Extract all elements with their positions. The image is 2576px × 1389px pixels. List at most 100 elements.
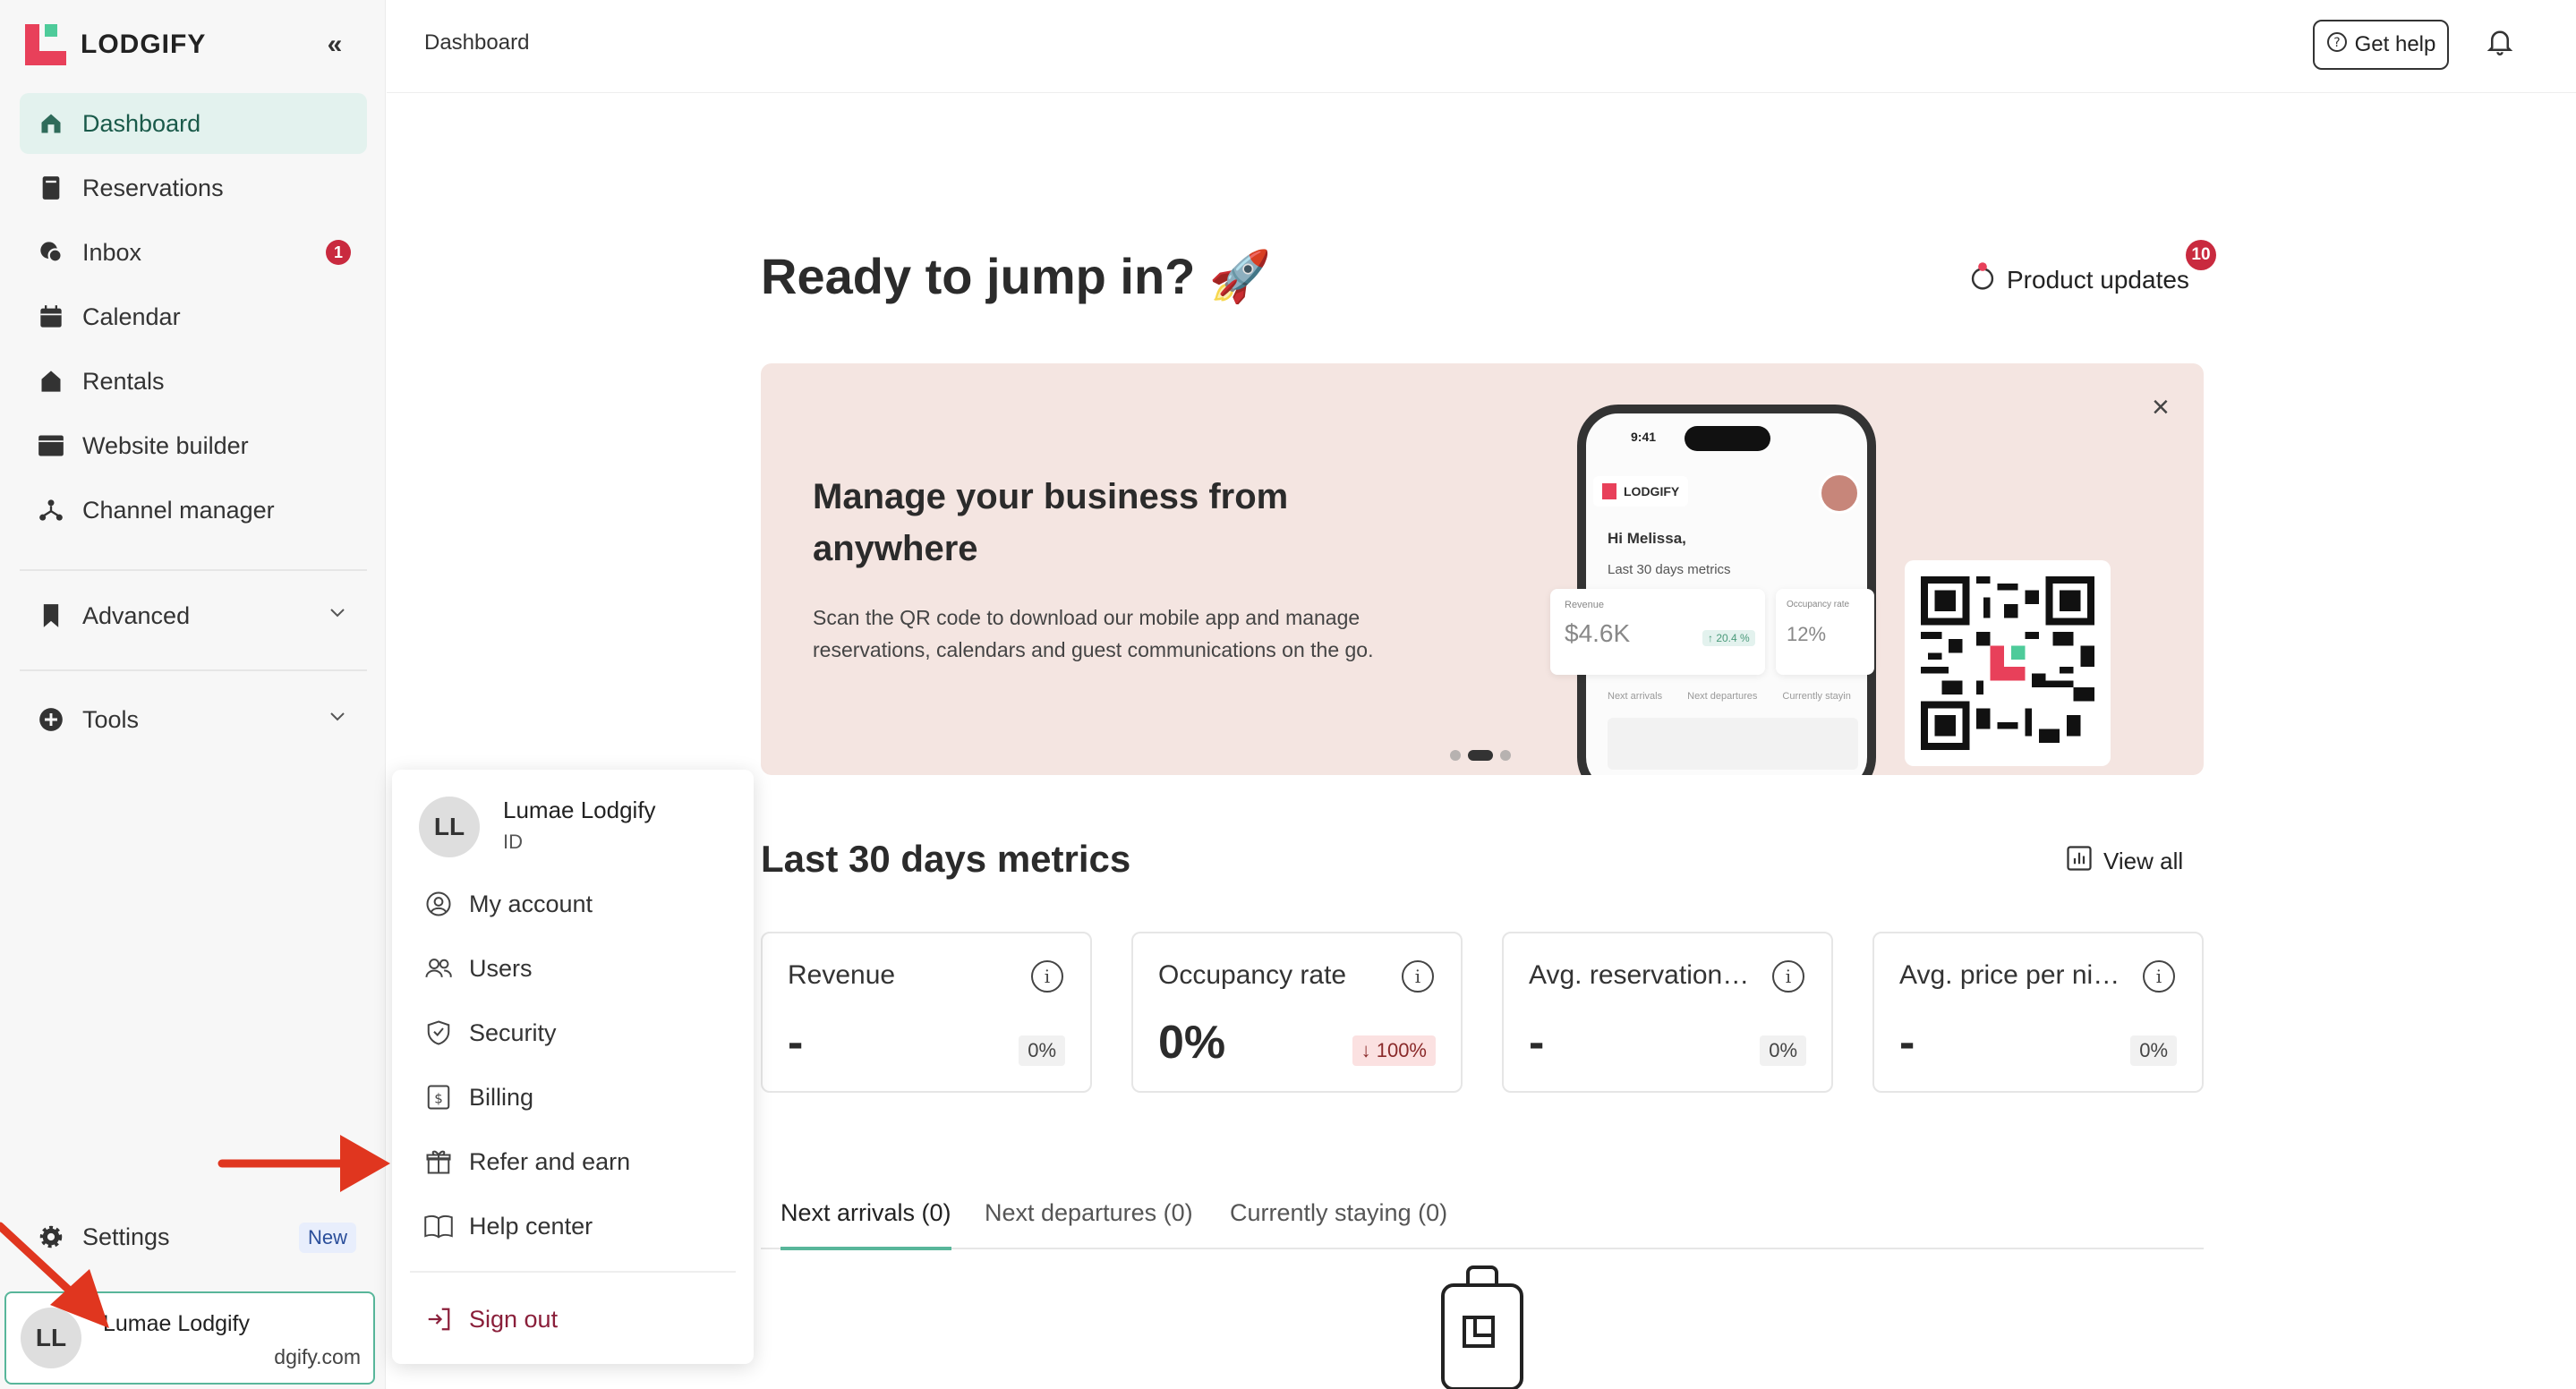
notifications-bell-icon[interactable] [2486, 27, 2519, 63]
sign-out-icon [424, 1305, 453, 1334]
house-icon [38, 368, 64, 395]
sidebar-item-label: Inbox [82, 238, 142, 266]
phone-logo-text: LODGIFY [1624, 484, 1680, 499]
metric-card-avg-reservation[interactable]: Avg. reservation… i - 0% [1502, 932, 1833, 1093]
gift-icon [424, 1147, 453, 1176]
phone-mockup-image: 9:41 LODGIFY Hi Melissa, Last 30 days me… [1550, 405, 1876, 775]
svg-text:$: $ [434, 1090, 443, 1106]
get-help-button[interactable]: ? Get help [2313, 20, 2449, 70]
phone-revenue-change: ↑ 20.4 % [1702, 630, 1755, 646]
lodgify-logo[interactable]: LODGIFY [25, 24, 206, 65]
metric-value: - [1899, 1017, 1915, 1069]
carousel-dot[interactable] [1500, 750, 1511, 761]
sidebar-group-tools[interactable]: Tools [20, 689, 367, 750]
avatar: LL [419, 797, 480, 857]
avatar: LL [21, 1308, 81, 1368]
browser-icon [38, 432, 64, 459]
sidebar-item-channel-manager[interactable]: Channel manager [20, 480, 367, 541]
home-icon [38, 110, 64, 137]
logo-text: LODGIFY [81, 30, 207, 59]
metric-value: - [788, 1017, 804, 1069]
book-icon [38, 175, 64, 201]
sidebar-item-dashboard[interactable]: Dashboard [20, 93, 367, 154]
new-badge: New [298, 1223, 356, 1253]
menu-item-users[interactable]: Users [424, 945, 533, 992]
menu-item-label: Billing [469, 1083, 534, 1111]
sidebar-item-rentals[interactable]: Rentals [20, 351, 367, 412]
sidebar-item-label: Rentals [82, 367, 165, 395]
bar-chart-icon [2066, 845, 2093, 878]
sidebar-item-inbox[interactable]: Inbox 1 [20, 222, 367, 283]
breadcrumb: Dashboard [424, 30, 530, 55]
metric-card-occupancy-rate[interactable]: Occupancy rate i 0% ↓ 100% [1131, 932, 1463, 1093]
menu-divider [410, 1271, 736, 1273]
collapse-sidebar-button[interactable]: « [313, 23, 356, 66]
product-updates-label: Product updates [2007, 265, 2189, 294]
sidebar-item-website-builder[interactable]: Website builder [20, 415, 367, 476]
carousel-dot[interactable] [1450, 750, 1461, 761]
account-menu: LL Lumae Lodgify ID My account Users Sec… [392, 770, 754, 1364]
metric-change-badge: ↓ 100% [1352, 1035, 1436, 1066]
carousel-dots [1450, 750, 1511, 761]
view-all-label: View all [2103, 848, 2184, 874]
user-email: dgify.com [274, 1345, 361, 1368]
phone-occupancy-value: 12% [1787, 623, 1827, 645]
menu-item-billing[interactable]: $ Billing [424, 1074, 533, 1121]
info-icon[interactable]: i [2143, 960, 2175, 993]
sidebar: LODGIFY « Dashboard Reservations Inbox 1 [0, 0, 386, 1389]
info-icon[interactable]: i [1031, 960, 1063, 993]
metric-change-badge: 0% [2130, 1035, 2177, 1066]
sidebar-item-label: Settings [82, 1223, 170, 1250]
metric-card-revenue[interactable]: Revenue i - 0% [761, 932, 1092, 1093]
chevron-down-icon [329, 603, 345, 624]
menu-item-sign-out[interactable]: Sign out [424, 1296, 558, 1342]
chat-icon [38, 239, 64, 266]
metric-title: Avg. reservation… [1529, 960, 1750, 990]
info-icon[interactable]: i [1402, 960, 1434, 993]
metric-value: 0% [1158, 1017, 1226, 1069]
tab-next-departures[interactable]: Next departures (0) [985, 1199, 1193, 1247]
view-all-metrics-link[interactable]: View all [2066, 845, 2183, 878]
sidebar-divider [20, 669, 367, 671]
carousel-dot-active[interactable] [1468, 750, 1493, 761]
plus-circle-icon [38, 706, 64, 733]
qr-code-image [1905, 560, 2111, 766]
menu-item-label: Users [469, 954, 533, 982]
sidebar-item-label: Channel manager [82, 496, 275, 524]
product-updates-button[interactable]: Product updates [1969, 261, 2189, 298]
phone-tabs: Next arrivals Next departures Currently … [1608, 691, 1851, 702]
sidebar-item-label: Dashboard [82, 109, 201, 137]
tab-next-arrivals[interactable]: Next arrivals (0) [780, 1199, 951, 1250]
phone-greeting: Hi Melissa, [1608, 530, 1686, 547]
gear-icon [38, 1223, 64, 1250]
user-account-button[interactable]: LL Lumae Lodgify dgify.com [4, 1291, 375, 1385]
product-updates-count-badge: 10 [2186, 240, 2216, 270]
billing-icon: $ [424, 1083, 453, 1112]
sidebar-group-advanced[interactable]: Advanced [20, 585, 367, 646]
menu-item-help-center[interactable]: Help center [424, 1203, 593, 1249]
sidebar-item-reservations[interactable]: Reservations [20, 158, 367, 218]
phone-revenue-label: Revenue [1565, 600, 1605, 610]
menu-item-label: Refer and earn [469, 1147, 631, 1175]
sidebar-group-label: Advanced [82, 601, 191, 629]
sidebar-item-calendar[interactable]: Calendar [20, 286, 367, 347]
phone-logo: LODGIFY [1593, 476, 1689, 507]
phone-avatar [1819, 473, 1860, 514]
inbox-unread-badge: 1 [326, 240, 351, 265]
metric-title: Revenue [788, 960, 896, 990]
menu-item-refer-and-earn[interactable]: Refer and earn [424, 1138, 630, 1185]
tab-currently-staying[interactable]: Currently staying (0) [1230, 1199, 1447, 1247]
close-icon[interactable]: × [2152, 390, 2170, 425]
menu-item-label: My account [469, 890, 593, 917]
metric-change-badge: 0% [1019, 1035, 1065, 1066]
info-icon[interactable]: i [1772, 960, 1804, 993]
sidebar-item-settings[interactable]: Settings New [20, 1210, 367, 1264]
metric-card-avg-price-per-night[interactable]: Avg. price per ni… i - 0% [1872, 932, 2204, 1093]
menu-item-security[interactable]: Security [424, 1010, 557, 1056]
menu-item-my-account[interactable]: My account [424, 881, 593, 927]
metric-title: Occupancy rate [1158, 960, 1347, 990]
metric-change-badge: 0% [1760, 1035, 1806, 1066]
calendar-icon [38, 303, 64, 330]
sidebar-item-label: Calendar [82, 303, 181, 330]
phone-revenue-card: Revenue $4.6K ↑ 20.4 % [1550, 589, 1765, 675]
